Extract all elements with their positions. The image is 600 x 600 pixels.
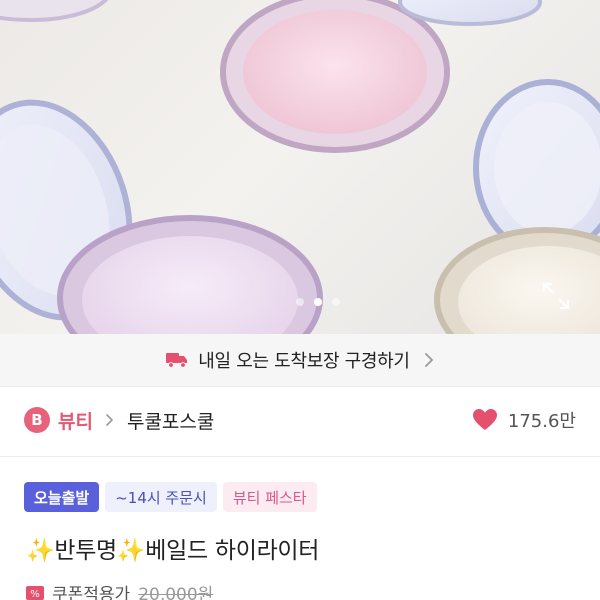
divider	[0, 456, 600, 457]
shipping-badges: 오늘출발 ~14시 주문시 뷰티 페스타	[24, 482, 317, 512]
divider	[0, 386, 600, 387]
delivery-guarantee-banner[interactable]: 내일 오는 도착보장 구경하기	[0, 334, 600, 386]
original-price: 20,000원	[138, 585, 214, 600]
beauty-category-badge: B	[24, 407, 50, 433]
coupon-price-row: % 쿠폰적용가 20,000원	[26, 580, 213, 600]
delivery-banner-text: 내일 오는 도착보장 구경하기	[198, 351, 410, 372]
chevron-right-icon	[424, 353, 433, 367]
coupon-price-label: 쿠폰적용가	[52, 585, 131, 600]
product-image[interactable]	[0, 0, 600, 334]
product-title: ✨반투명✨베일드 하이라이터	[26, 538, 320, 564]
gallery-pager	[296, 298, 340, 306]
breadcrumb-category-link[interactable]: 뷰티	[58, 407, 93, 434]
order-cutoff-badge: ~14시 주문시	[105, 482, 217, 512]
pager-dot[interactable]	[296, 298, 304, 306]
like-button[interactable]: 175.6만	[472, 407, 576, 433]
expand-icon[interactable]	[538, 278, 574, 314]
today-shipping-badge: 오늘출발	[24, 482, 100, 512]
coupon-icon: %	[26, 585, 44, 600]
breadcrumb-brand-link[interactable]: 투쿨포스쿨	[127, 407, 214, 434]
like-count: 175.6만	[507, 411, 576, 432]
chevron-right-icon	[106, 414, 114, 426]
delivery-truck-icon	[166, 353, 188, 368]
beauty-festa-badge: 뷰티 페스타	[222, 482, 317, 512]
breadcrumb: B 뷰티 투쿨포스쿨 175.6만	[24, 398, 576, 442]
heart-icon	[472, 409, 497, 430]
pager-dot-active[interactable]	[314, 298, 322, 306]
svg-text:%: %	[30, 589, 40, 600]
pager-dot[interactable]	[332, 298, 340, 306]
highlighter-compacts-photo	[0, 0, 600, 334]
